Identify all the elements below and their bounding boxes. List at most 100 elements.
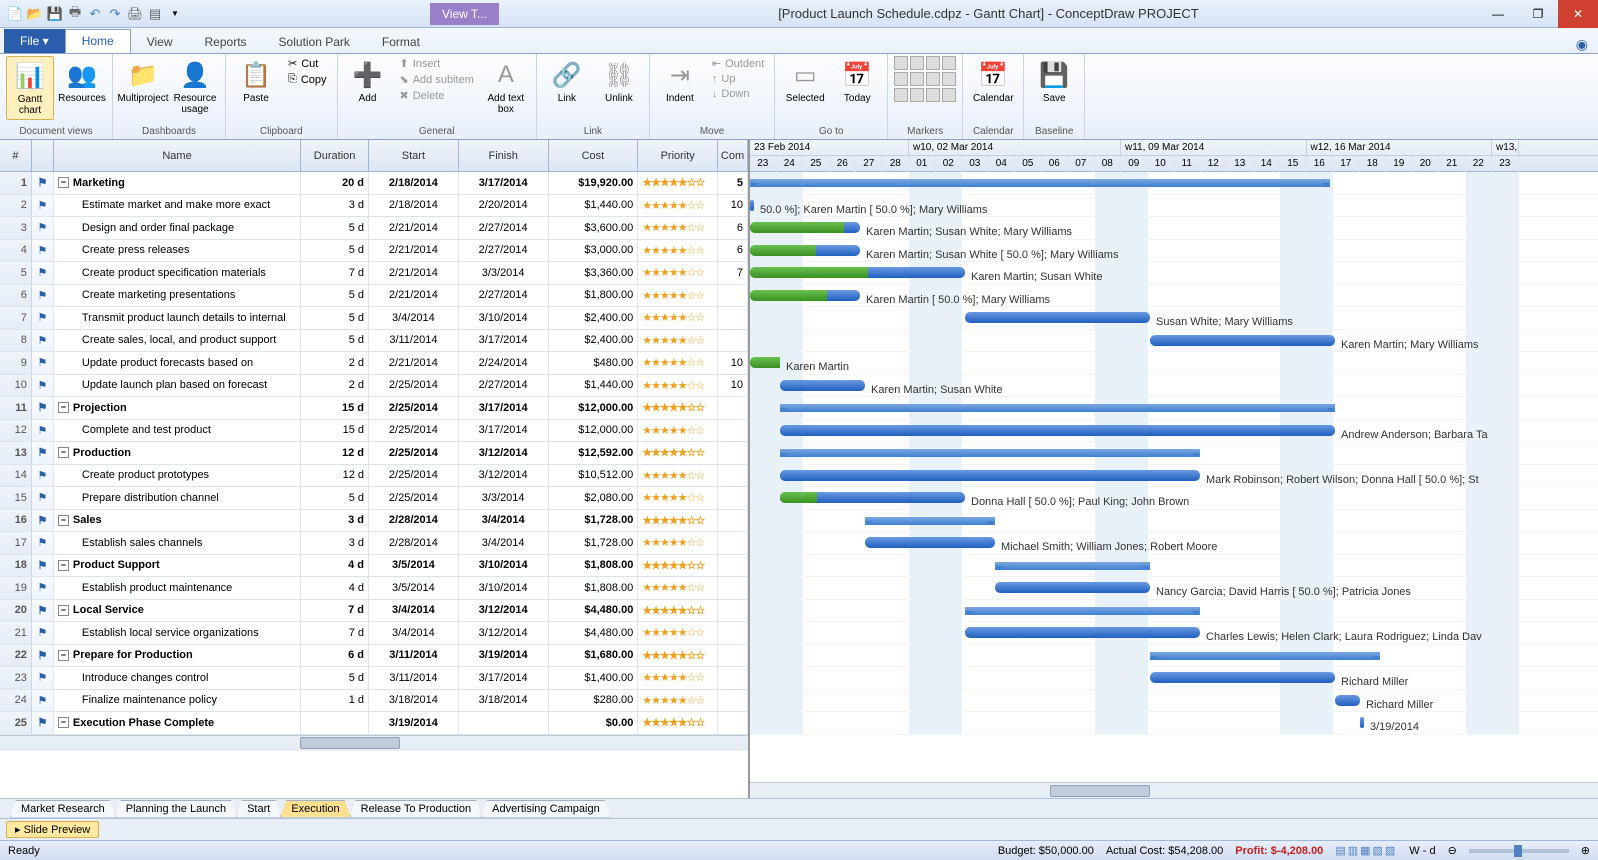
- sheet-tab[interactable]: Execution: [280, 800, 350, 818]
- gantt-row[interactable]: [750, 645, 1598, 668]
- table-row[interactable]: 4⚑Create press releases5 d2/21/20142/27/…: [0, 240, 748, 263]
- sheet-tab[interactable]: Release To Production: [350, 800, 482, 818]
- gantt-row[interactable]: Karen Martin; Susan White; Mary Williams: [750, 217, 1598, 240]
- gantt-row[interactable]: Karen Martin; Mary Williams: [750, 330, 1598, 353]
- col-start[interactable]: Start: [369, 140, 459, 171]
- task-bar[interactable]: Nancy Garcia; David Harris [ 50.0 %]; Pa…: [995, 582, 1150, 593]
- task-bar[interactable]: Karen Martin; Susan White: [780, 380, 865, 391]
- resource-usage-button[interactable]: 👤Resource usage: [171, 56, 219, 118]
- close-button[interactable]: ✕: [1558, 0, 1598, 28]
- qat-open-icon[interactable]: 📂: [26, 5, 44, 23]
- table-row[interactable]: 12⚑Complete and test product15 d2/25/201…: [0, 420, 748, 443]
- summary-bar[interactable]: [780, 404, 1335, 412]
- gantt-row[interactable]: [750, 172, 1598, 195]
- gantt-row[interactable]: Karen Martin; Susan White: [750, 262, 1598, 285]
- collapse-icon[interactable]: −: [58, 717, 69, 728]
- collapse-icon[interactable]: −: [58, 177, 69, 188]
- zoom-slider[interactable]: [1469, 849, 1569, 853]
- table-row[interactable]: 15⚑Prepare distribution channel5 d2/25/2…: [0, 487, 748, 510]
- qat-new-icon[interactable]: 📄: [6, 5, 24, 23]
- table-row[interactable]: 7⚑Transmit product launch details to int…: [0, 307, 748, 330]
- qat-preview-icon[interactable]: ▤: [146, 5, 164, 23]
- table-row[interactable]: 17⚑Establish sales channels3 d2/28/20143…: [0, 532, 748, 555]
- unlink-button[interactable]: ⛓Unlink: [595, 56, 643, 107]
- gantt-row[interactable]: Karen Martin; Susan White: [750, 375, 1598, 398]
- qat-undo-icon[interactable]: ↶: [86, 5, 104, 23]
- gantt-row[interactable]: Donna Hall [ 50.0 %]; Paul King; John Br…: [750, 487, 1598, 510]
- task-bar[interactable]: 3/19/2014: [1360, 717, 1364, 728]
- qat-print-icon[interactable]: 🖶: [66, 5, 84, 23]
- qat-save-icon[interactable]: 💾: [46, 5, 64, 23]
- minimize-button[interactable]: —: [1478, 0, 1518, 28]
- gantt-chart-button[interactable]: 📊Gantt chart: [6, 56, 54, 120]
- table-row[interactable]: 6⚑Create marketing presentations5 d2/21/…: [0, 285, 748, 308]
- collapse-icon[interactable]: −: [58, 515, 69, 526]
- table-row[interactable]: 3⚑Design and order final package5 d2/21/…: [0, 217, 748, 240]
- collapse-icon[interactable]: −: [58, 447, 69, 458]
- gantt-row[interactable]: Michael Smith; William Jones; Robert Moo…: [750, 532, 1598, 555]
- gantt-row[interactable]: Susan White; Mary Williams: [750, 307, 1598, 330]
- table-row[interactable]: 19⚑Establish product maintenance4 d3/5/2…: [0, 577, 748, 600]
- table-row[interactable]: 5⚑Create product specification materials…: [0, 262, 748, 285]
- tab-home[interactable]: Home: [65, 29, 131, 53]
- task-bar[interactable]: 50.0 %]; Karen Martin [ 50.0 %]; Mary Wi…: [750, 200, 754, 211]
- grid-hscroll[interactable]: [0, 735, 748, 751]
- tab-reports[interactable]: Reports: [189, 31, 263, 53]
- gantt-body[interactable]: 50.0 %]; Karen Martin [ 50.0 %]; Mary Wi…: [750, 172, 1598, 735]
- help-icon[interactable]: ◉: [1576, 36, 1588, 53]
- table-row[interactable]: 21⚑Establish local service organizations…: [0, 622, 748, 645]
- gantt-row[interactable]: 3/19/2014: [750, 712, 1598, 735]
- task-bar[interactable]: Karen Martin; Mary Williams: [1150, 335, 1335, 346]
- summary-bar[interactable]: [995, 562, 1150, 570]
- table-row[interactable]: 16⚑−Sales3 d2/28/20143/4/2014$1,728.00★★…: [0, 510, 748, 533]
- col-finish[interactable]: Finish: [459, 140, 549, 171]
- summary-bar[interactable]: [750, 179, 1330, 187]
- gantt-row[interactable]: Andrew Anderson; Barbara Ta: [750, 420, 1598, 443]
- today-button[interactable]: 📅Today: [833, 56, 881, 107]
- collapse-icon[interactable]: −: [58, 650, 69, 661]
- summary-bar[interactable]: [780, 449, 1200, 457]
- collapse-icon[interactable]: −: [58, 605, 69, 616]
- gantt-row[interactable]: [750, 555, 1598, 578]
- add-subitem-button[interactable]: ⬊Add subitem: [396, 72, 478, 87]
- outdent-button[interactable]: ⇤Outdent: [708, 56, 768, 71]
- table-row[interactable]: 1⚑−Marketing20 d2/18/20143/17/2014$19,92…: [0, 172, 748, 195]
- copy-button[interactable]: ⎘Copy: [284, 72, 331, 87]
- table-row[interactable]: 24⚑Finalize maintenance policy1 d3/18/20…: [0, 690, 748, 713]
- tab-solution-park[interactable]: Solution Park: [263, 31, 366, 53]
- summary-bar[interactable]: [865, 517, 995, 525]
- add-text-button[interactable]: AAdd text box: [482, 56, 530, 118]
- task-bar[interactable]: Richard Miller: [1335, 695, 1360, 706]
- cut-button[interactable]: ✂Cut: [284, 56, 331, 71]
- maximize-button[interactable]: ❐: [1518, 0, 1558, 28]
- collapse-icon[interactable]: −: [58, 402, 69, 413]
- insert-button[interactable]: ⬆Insert: [396, 56, 478, 71]
- gantt-row[interactable]: Charles Lewis; Helen Clark; Laura Rodrig…: [750, 622, 1598, 645]
- summary-bar[interactable]: [1150, 652, 1380, 660]
- col-indicator[interactable]: [32, 140, 54, 171]
- slide-preview-button[interactable]: ▸ Slide Preview: [6, 821, 99, 838]
- down-button[interactable]: ↓Down: [708, 87, 768, 101]
- gantt-row[interactable]: Karen Martin [ 50.0 %]; Mary Williams: [750, 285, 1598, 308]
- resources-button[interactable]: 👥Resources: [58, 56, 106, 107]
- add-button[interactable]: ➕Add: [344, 56, 392, 107]
- table-row[interactable]: 23⚑Introduce changes control5 d3/11/2014…: [0, 667, 748, 690]
- task-bar[interactable]: Richard Miller: [1150, 672, 1335, 683]
- task-bar[interactable]: Andrew Anderson; Barbara Ta: [780, 425, 1335, 436]
- table-row[interactable]: 13⚑−Production12 d2/25/20143/12/2014$12,…: [0, 442, 748, 465]
- col-duration[interactable]: Duration: [301, 140, 369, 171]
- sheet-tab[interactable]: Advertising Campaign: [481, 800, 611, 818]
- table-row[interactable]: 10⚑Update launch plan based on forecast2…: [0, 375, 748, 398]
- col-name[interactable]: Name: [54, 140, 301, 171]
- task-bar[interactable]: Michael Smith; William Jones; Robert Moo…: [865, 537, 995, 548]
- tab-format[interactable]: Format: [366, 31, 436, 53]
- table-row[interactable]: 2⚑Estimate market and make more exact3 d…: [0, 195, 748, 218]
- tab-view[interactable]: View: [131, 31, 189, 53]
- gantt-row[interactable]: Mark Robinson; Robert Wilson; Donna Hall…: [750, 465, 1598, 488]
- gantt-row[interactable]: 50.0 %]; Karen Martin [ 50.0 %]; Mary Wi…: [750, 195, 1598, 218]
- zoom-out-button[interactable]: ⊖: [1448, 844, 1457, 857]
- gantt-row[interactable]: Karen Martin: [750, 352, 1598, 375]
- view-tab-button[interactable]: View T...: [430, 3, 499, 25]
- selected-button[interactable]: ▭Selected: [781, 56, 829, 107]
- gantt-hscroll[interactable]: [750, 782, 1598, 798]
